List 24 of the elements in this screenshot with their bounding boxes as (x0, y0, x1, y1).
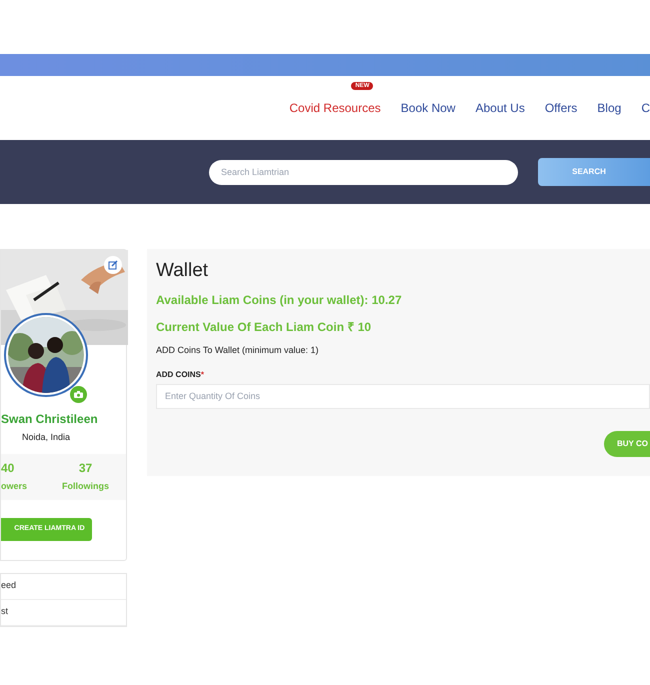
field-label: ADD COINS (156, 368, 201, 380)
nav-link[interactable]: Blog (597, 101, 622, 115)
menu-item[interactable]: st (1, 600, 126, 626)
stat-label: Followings (62, 480, 109, 494)
nav-link[interactable]: C (641, 101, 650, 115)
nav-link[interactable]: About Us (475, 101, 525, 115)
add-coins-hint: ADD Coins To Wallet (minimum value: 1) (156, 344, 320, 357)
nav-link[interactable]: Covid Resources (289, 101, 381, 115)
required-mark: * (200, 368, 204, 380)
nav-link[interactable]: Offers (544, 101, 578, 115)
camera-icon (74, 391, 83, 398)
camera-button[interactable] (70, 386, 87, 403)
nav-link[interactable]: Book Now (400, 101, 456, 115)
coins-field[interactable]: Enter Quantity Of Coins (156, 384, 650, 408)
stat-value: 40 (1, 460, 16, 478)
stat-value: 37 (78, 460, 92, 478)
search-field[interactable]: Search Liamtrian (209, 160, 518, 184)
wallet-title: Wallet (156, 261, 210, 280)
profile-location: Noida, India (20, 431, 72, 444)
stat-label: owers (1, 480, 28, 494)
profile-name: Swan Christileen (1, 413, 99, 425)
wallet-balance: Available Liam Coins (in your wallet): 10.27 (156, 292, 403, 309)
coin-value: Current Value Of Each Liam Coin ₹ 10 (156, 319, 372, 336)
menu-item[interactable]: eed (1, 574, 126, 600)
